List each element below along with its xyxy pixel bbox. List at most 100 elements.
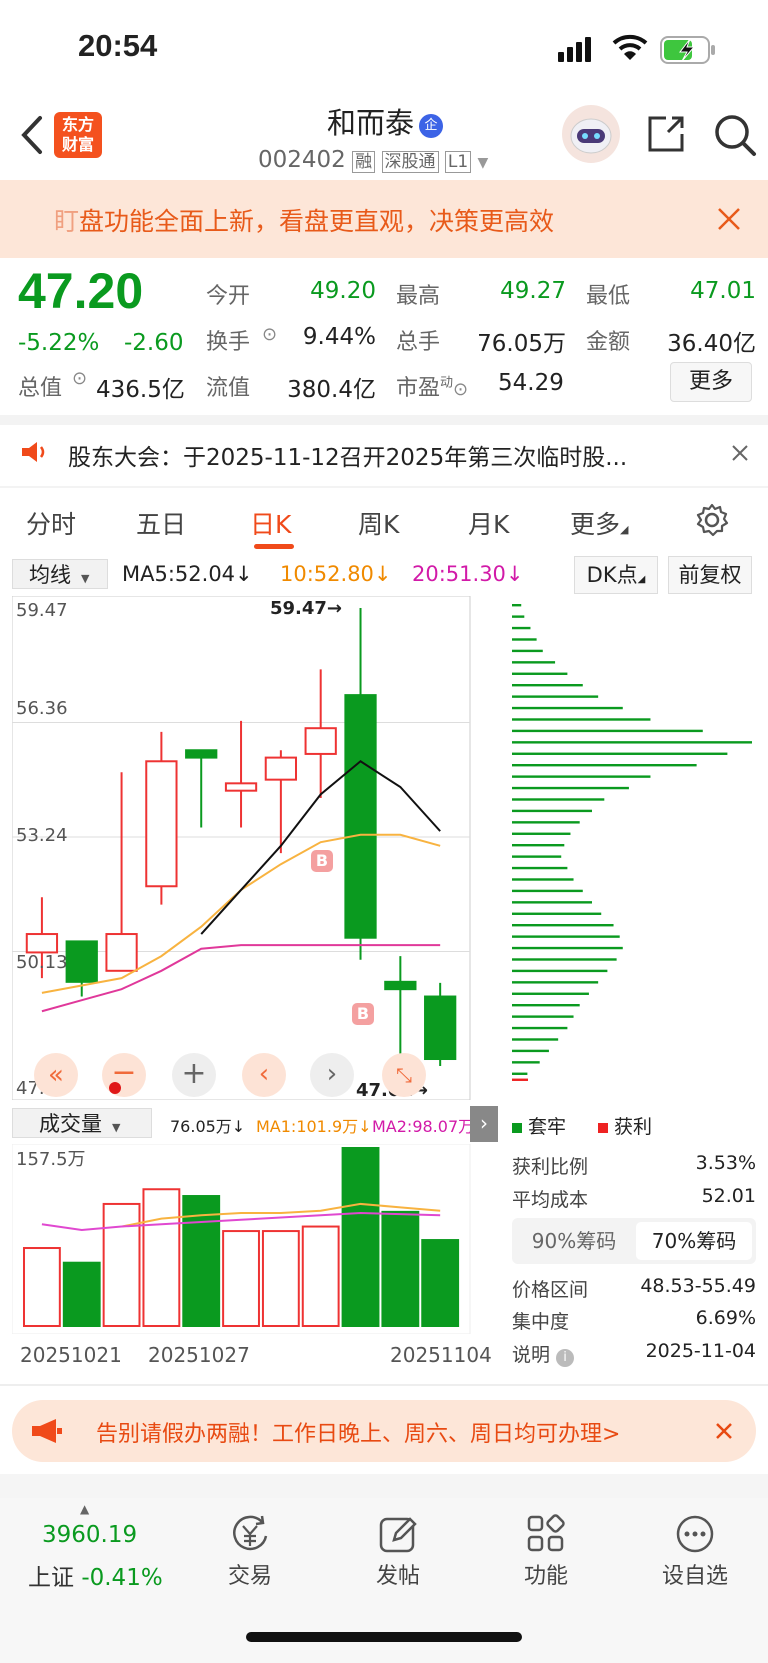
volume-bar (421, 1239, 460, 1327)
more-icon (650, 1512, 740, 1554)
tag-margin: 融 (352, 151, 376, 173)
corner-triangle-icon: ◢ (620, 523, 629, 536)
kline-chart[interactable] (12, 596, 500, 1100)
ma-selector[interactable]: 均线 ▼ (12, 559, 108, 589)
buy-signal-badge[interactable]: B (311, 850, 333, 872)
concentration-label: 集中度 (512, 1311, 570, 1333)
chip-bar (512, 752, 728, 755)
tab-active-indicator (254, 544, 294, 549)
chip-tab-70[interactable]: 70%筹码 (636, 1222, 752, 1260)
chip-bar (512, 809, 592, 813)
note-label[interactable]: 说明 i (512, 1340, 575, 1367)
gear-icon[interactable] (694, 502, 730, 542)
notice-text[interactable]: 股东大会：于2025-11-12召开2025年第三次临时股... (68, 438, 708, 472)
avg-cost-value: 52.01 (701, 1185, 756, 1207)
chip-tab-90[interactable]: 90%筹码 (516, 1222, 632, 1260)
info-icon[interactable]: ⊙ (72, 368, 87, 389)
tab-monthly-k[interactable]: 月K (468, 505, 509, 541)
volume-bar (261, 1230, 300, 1327)
ma5-value: MA5:52.04↓ (122, 562, 253, 586)
more-button[interactable]: 更多 (670, 362, 752, 402)
info-icon[interactable]: i (556, 1349, 575, 1367)
battery-icon (660, 36, 716, 68)
app-logo[interactable]: 东方 财富 (54, 112, 102, 158)
chip-bar (512, 729, 703, 733)
back-button[interactable] (16, 112, 46, 162)
chip-bar (512, 935, 620, 938)
candle-body (65, 940, 98, 983)
chip-bar (512, 718, 651, 721)
enterprise-badge: 企 (419, 114, 444, 138)
tab-five-day[interactable]: 五日 (136, 505, 186, 541)
y-label-2: 53.24 (16, 825, 68, 846)
volume-label: 总手 (396, 330, 441, 355)
chip-bar (512, 695, 599, 698)
chip-distribution-chart (500, 596, 756, 1096)
concentration-value: 6.69% (695, 1307, 756, 1329)
index-quote[interactable]: 上证 -0.41% (28, 1558, 163, 1592)
stock-name: 和而泰 (326, 106, 414, 140)
info-icon[interactable]: ⊙ (453, 379, 468, 400)
chip-bar (512, 1004, 580, 1007)
status-time: 20:54 (78, 28, 158, 63)
float-label: 流值 (206, 376, 251, 401)
volume-selector-label: 成交量 (39, 1112, 102, 1136)
volume-selector[interactable]: 成交量 ▼ (12, 1108, 152, 1138)
tab-daily-k[interactable]: 日K (250, 505, 291, 541)
candle-body (224, 782, 258, 792)
function-button[interactable]: 功能 (506, 1512, 586, 1590)
ma-selector-label: 均线 (29, 563, 71, 587)
share-icon[interactable] (644, 112, 688, 160)
search-icon[interactable] (712, 112, 758, 162)
mktcap-value: 436.5亿 (96, 377, 185, 403)
buy-signal-badge[interactable]: B (352, 1003, 374, 1025)
chevron-down-icon: ▼ (81, 572, 90, 585)
candle-body (145, 760, 178, 888)
volume-bar (102, 1202, 141, 1327)
robot-avatar-icon[interactable] (560, 104, 622, 168)
expand-icon[interactable]: ⤡ (382, 1053, 426, 1097)
corner-triangle-icon: ◢ (637, 574, 646, 585)
zoom-in-button[interactable]: + (172, 1053, 216, 1097)
index-value[interactable]: 3960.19 (42, 1522, 137, 1548)
stock-title[interactable]: 和而泰 企 (240, 100, 530, 142)
adjust-button[interactable]: 前复权 (668, 556, 752, 594)
ma10-line (41, 833, 441, 994)
info-icon[interactable]: ⊙ (262, 324, 277, 345)
dk-point-button[interactable]: DK点◢ (574, 556, 658, 594)
expand-panel-button[interactable]: › (470, 1106, 498, 1142)
chip-bar (512, 1072, 528, 1075)
chip-bar (512, 889, 583, 893)
chevron-up-icon[interactable]: ▲ (80, 1502, 89, 1516)
speaker-icon (20, 440, 50, 468)
close-icon[interactable] (730, 443, 750, 467)
tab-more[interactable]: 更多◢ (570, 505, 628, 541)
low-label: 最低 (586, 284, 631, 309)
avg-cost-label: 平均成本 (512, 1189, 589, 1211)
high-value: 49.27 (500, 278, 566, 304)
candle-body (304, 727, 337, 755)
close-icon[interactable] (714, 1421, 734, 1445)
post-button[interactable]: 发帖 (358, 1512, 438, 1590)
scroll-left-button[interactable]: ‹ (242, 1053, 286, 1097)
add-watchlist-button[interactable]: 设自选 (650, 1512, 740, 1590)
scroll-right-button[interactable]: › (310, 1053, 354, 1097)
chip-bar (512, 626, 531, 630)
trade-button[interactable]: 交易 (210, 1512, 290, 1590)
price-range-label: 价格区间 (512, 1279, 589, 1301)
close-icon[interactable] (716, 206, 742, 236)
y-label-1: 56.36 (16, 698, 68, 719)
chip-bar (512, 832, 571, 835)
high-label: 最高 (396, 284, 441, 309)
chip-bar (512, 1049, 549, 1053)
stock-code-row[interactable]: 002402 融 深股通 L1 ▼ (258, 147, 488, 173)
chip-bar (512, 661, 556, 664)
tab-weekly-k[interactable]: 周K (358, 505, 399, 541)
chip-bar (512, 741, 752, 744)
tab-intraday[interactable]: 分时 (26, 505, 76, 541)
green-square-icon (512, 1123, 522, 1133)
note-date: 2025-11-04 (645, 1340, 756, 1362)
volume-bar (222, 1230, 260, 1327)
rewind-button[interactable]: « (34, 1053, 78, 1097)
candle-body (344, 694, 377, 939)
